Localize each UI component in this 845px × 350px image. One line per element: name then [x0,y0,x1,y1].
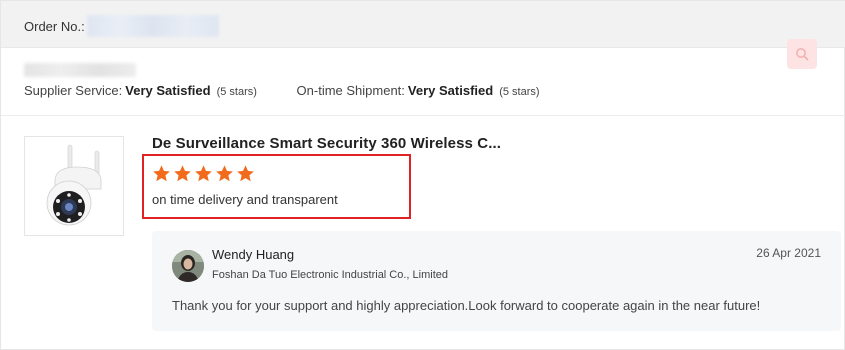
order-number-label: Order No.: [24,19,85,34]
star-icon [195,165,212,182]
reply-author-name: Wendy Huang [212,247,295,262]
star-icon [153,165,170,182]
translate-button[interactable] [787,39,817,69]
supplier-reply: Wendy Huang Foshan Da Tuo Electronic Ind… [152,231,841,331]
supplier-ratings: Supplier Service: Very Satisfied (5 stars)… [24,83,540,98]
order-header: Order No.: [1,1,845,48]
star-icon [237,165,254,182]
supplier-service-rating: Supplier Service: Very Satisfied (5 stars) [24,83,257,98]
star-icon [216,165,233,182]
order-number-redacted [87,15,219,37]
star-rating [152,164,255,183]
divider [1,115,845,116]
star-icon [174,165,191,182]
product-thumbnail[interactable] [24,136,124,236]
reply-text: Thank you for your support and highly ap… [172,298,761,313]
reply-company: Foshan Da Tuo Electronic Industrial Co.,… [212,269,449,281]
security-camera-image [46,144,102,226]
product-title[interactable]: De Surveillance Smart Security 360 Wirel… [152,135,501,152]
translate-icon [796,48,809,61]
buyer-name-redacted [24,63,136,77]
avatar [172,250,204,282]
review-card: Order No.: Supplier Service: Very Satisfi… [0,0,845,350]
review-text: on time delivery and transparent [152,192,338,207]
reply-date: 26 Apr 2021 [756,246,821,260]
shipment-rating: On-time Shipment: Very Satisfied (5 stars) [296,83,540,98]
